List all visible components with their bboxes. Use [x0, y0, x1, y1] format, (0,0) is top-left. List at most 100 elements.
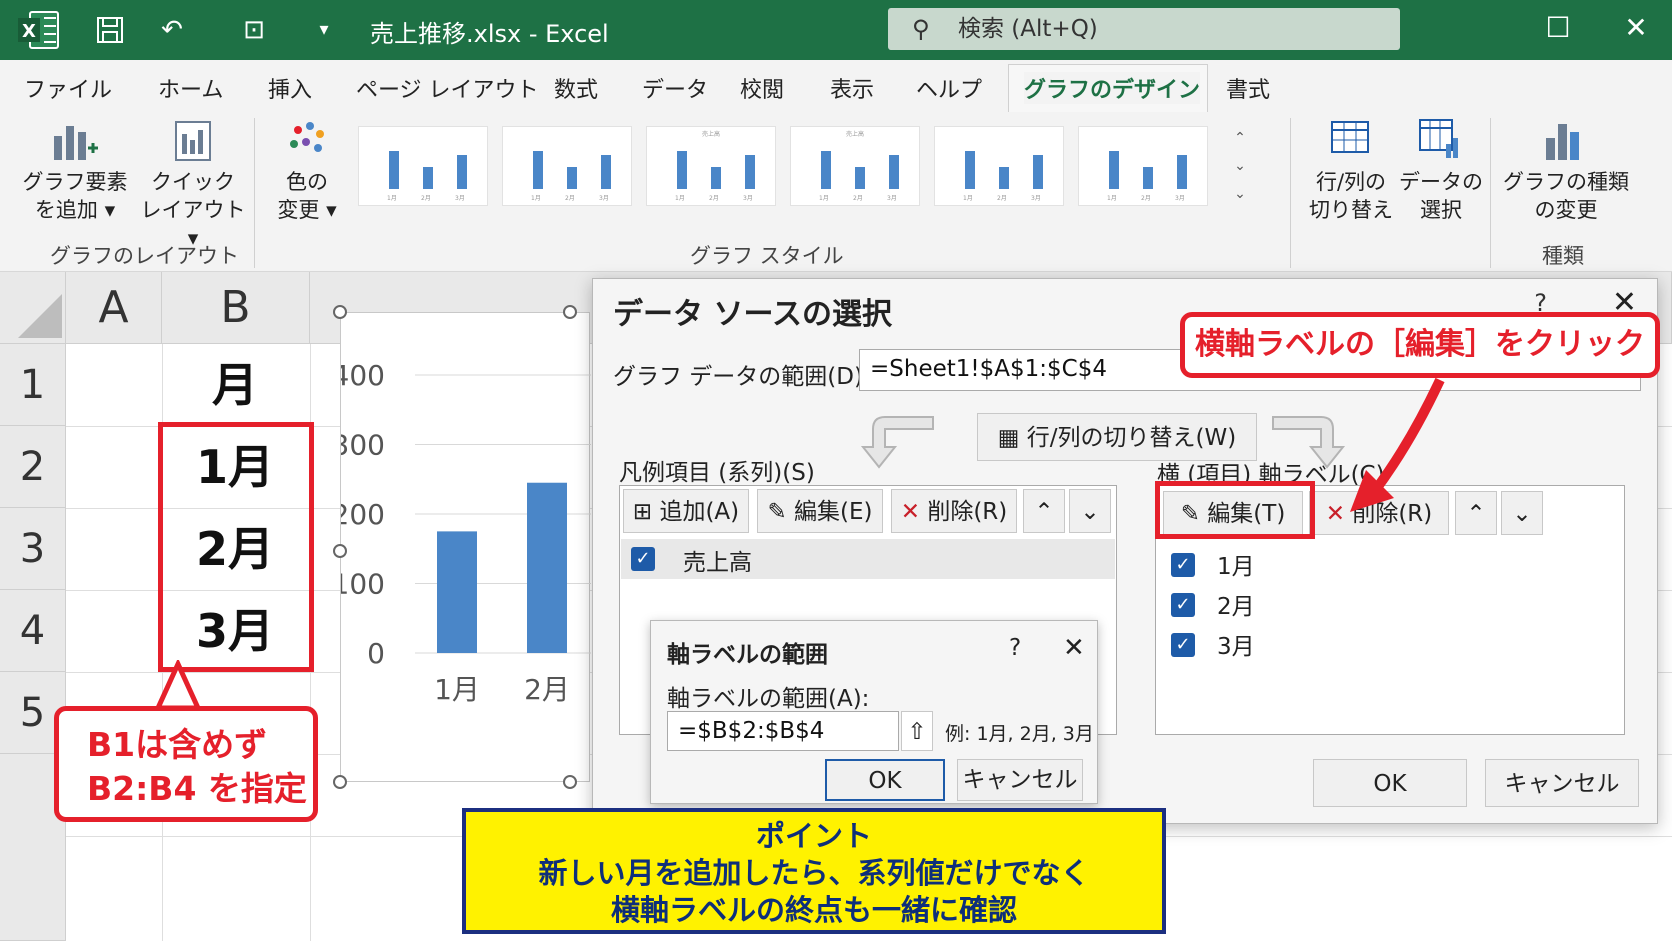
row-header-1[interactable]: 1: [0, 344, 66, 426]
change-chart-type-button[interactable]: グラフの種類 の変更: [1500, 118, 1632, 238]
tab-page-layout[interactable]: ページ レイアウト: [356, 72, 539, 104]
thumbnail-label: 1月: [675, 195, 685, 202]
chart-area[interactable]: 400 300 200 100 0 1月 2月: [332, 312, 591, 782]
axis-item: 1月: [1217, 554, 1255, 580]
thumbnail-bar: [999, 167, 1009, 189]
change-colors-button[interactable]: 色の 変更 ▾: [262, 118, 352, 238]
thumbnail-title: 売上高: [701, 131, 720, 138]
thumbnail-bar: [855, 167, 865, 189]
edit-series-button[interactable]: ✎ 編集(E): [757, 489, 883, 533]
tab-home[interactable]: ホーム: [158, 72, 223, 104]
gallery-more-icon[interactable]: ⌄: [1228, 182, 1252, 206]
chart-bar[interactable]: [437, 531, 477, 653]
subdialog-cancel-button[interactable]: キャンセル: [957, 759, 1083, 801]
dialog-ok-button[interactable]: OK: [1313, 759, 1467, 807]
chart-resize-handle[interactable]: [333, 775, 347, 789]
form-icon[interactable]: ⊡: [234, 12, 274, 48]
subdialog-help-icon[interactable]: ?: [1009, 635, 1021, 661]
axis-item-checkbox[interactable]: ✓: [1171, 553, 1195, 577]
thumbnail-label: 3月: [599, 195, 609, 202]
thumbnail-bar: [1109, 151, 1119, 189]
group-chart-layout-label: グラフのレイアウト: [50, 244, 239, 268]
select-data-label-2: 選択: [1420, 198, 1462, 222]
point-line-1: 新しい月を追加したら、系列値だけでなく: [538, 856, 1090, 890]
customize-qat-icon[interactable]: ▾: [304, 12, 344, 48]
add-chart-element-label-1: グラフ要素: [22, 170, 128, 194]
tab-help[interactable]: ヘルプ: [916, 72, 982, 104]
axis-item: 3月: [1217, 634, 1255, 660]
row-header-4[interactable]: 4: [0, 590, 66, 672]
switch-button-label: 行/列の切り替え(W): [1026, 425, 1237, 451]
quick-layout-icon: [175, 121, 211, 161]
chart-style-thumbnail[interactable]: 売上高 1月 2月 3月: [790, 126, 920, 206]
subdialog-ok-button[interactable]: OK: [825, 759, 945, 801]
thumbnail-label: 1月: [963, 195, 973, 202]
axis-range-input[interactable]: =$B$2:$B$4: [667, 711, 899, 751]
axis-move-down-button[interactable]: ⌄: [1501, 491, 1543, 535]
switch-row-column-label-2: 切り替え: [1309, 198, 1393, 222]
chart-resize-handle[interactable]: [333, 305, 347, 319]
edit-instruction-callout: 横軸ラベルの［編集］をクリック: [1180, 312, 1660, 378]
series-checkbox[interactable]: ✓: [631, 547, 655, 571]
thumbnail-bar: [965, 151, 975, 189]
switch-row-column-dialog-button[interactable]: ▦ 行/列の切り替え(W): [977, 413, 1257, 461]
thumbnail-label: 1月: [1107, 195, 1117, 202]
save-icon[interactable]: [90, 12, 130, 48]
chart-style-thumbnail[interactable]: 1月 2月 3月: [1078, 126, 1208, 206]
tab-insert[interactable]: 挿入: [268, 72, 312, 104]
add-series-label: 追加(A): [659, 499, 740, 525]
dialog-cancel-button[interactable]: キャンセル: [1485, 759, 1639, 807]
tab-data[interactable]: データ: [642, 72, 708, 104]
thumbnail-label: 2月: [853, 195, 863, 202]
tab-formulas[interactable]: 数式: [554, 72, 598, 104]
thumbnail-bar: [389, 151, 399, 189]
thumbnail-bar: [889, 155, 899, 189]
ribbon-separator: [1490, 118, 1491, 268]
select-data-button[interactable]: データの 選択: [1396, 118, 1486, 238]
close-window-icon[interactable]: ✕: [1616, 8, 1656, 48]
quick-layout-button[interactable]: クイック レイアウト ▾: [138, 118, 248, 250]
chart-resize-handle[interactable]: [333, 544, 347, 558]
add-chart-element-button[interactable]: グラフ要素 を追加 ▾: [20, 118, 130, 238]
axis-move-up-button[interactable]: ⌃: [1455, 491, 1497, 535]
chart-style-thumbnail[interactable]: 売上高 1月 2月 3月: [646, 126, 776, 206]
excel-logo-icon: X: [18, 11, 59, 49]
chart-resize-handle[interactable]: [563, 775, 577, 789]
chart-style-thumbnail[interactable]: 1月 2月 3月: [358, 126, 488, 206]
series-name: 売上高: [683, 550, 752, 576]
undo-icon[interactable]: ↶: [152, 12, 192, 48]
thumbnail-label: 2月: [709, 195, 719, 202]
chart-resize-handle[interactable]: [563, 305, 577, 319]
move-up-button[interactable]: ⌃: [1023, 489, 1065, 533]
chart-bar[interactable]: [527, 482, 567, 653]
tab-chart-design[interactable]: グラフのデザイン: [1024, 72, 1201, 104]
cell-b1[interactable]: 月: [160, 344, 310, 426]
axis-item-checkbox[interactable]: ✓: [1171, 633, 1195, 657]
tab-file[interactable]: ファイル: [24, 72, 112, 104]
column-header-b[interactable]: B: [162, 272, 310, 344]
tab-view[interactable]: 表示: [830, 72, 874, 104]
search-box[interactable]: ⚲ 検索 (Alt+Q): [888, 8, 1400, 50]
axis-item-checkbox[interactable]: ✓: [1171, 593, 1195, 617]
search-icon: ⚲: [912, 15, 930, 43]
group-chart-style-label: グラフ スタイル: [690, 244, 844, 268]
column-chart: 400 300 200 100 0 1月 2月: [332, 359, 591, 706]
move-down-button[interactable]: ⌄: [1069, 489, 1111, 533]
switch-row-column-button[interactable]: 行/列の 切り替え: [1306, 118, 1396, 238]
tab-review[interactable]: 校閲: [740, 72, 784, 104]
row-header-2[interactable]: 2: [0, 426, 66, 508]
column-header-a[interactable]: A: [66, 272, 162, 344]
tab-format[interactable]: 書式: [1226, 72, 1270, 104]
add-series-button[interactable]: ⊞ 追加(A): [623, 489, 749, 533]
gallery-scroll-down-icon[interactable]: ⌄: [1228, 154, 1252, 178]
delete-series-button[interactable]: ✕ 削除(R): [891, 489, 1017, 533]
collapse-dialog-icon[interactable]: ⇧: [901, 711, 933, 751]
chart-style-thumbnail[interactable]: 1月 2月 3月: [934, 126, 1064, 206]
gallery-scroll-up-icon[interactable]: ⌃: [1228, 126, 1252, 150]
subdialog-close-icon[interactable]: ✕: [1063, 633, 1085, 663]
window-title: 売上推移.xlsx - Excel: [370, 20, 609, 48]
dialog-title: データ ソースの選択: [613, 297, 892, 332]
row-header-3[interactable]: 3: [0, 508, 66, 590]
maximize-icon[interactable]: ☐: [1538, 8, 1578, 48]
chart-style-thumbnail[interactable]: 1月 2月 3月: [502, 126, 632, 206]
